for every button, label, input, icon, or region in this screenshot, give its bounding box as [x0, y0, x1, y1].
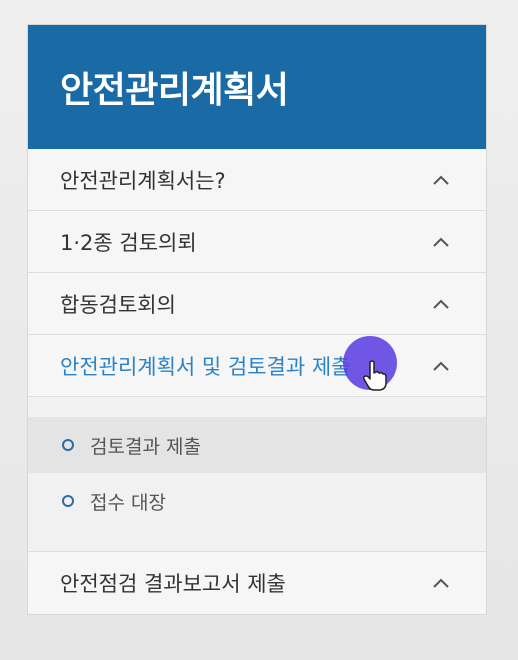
submenu-item-label: 검토결과 제출 — [90, 435, 201, 458]
menu-item-review-request[interactable]: 1·2종 검토의뢰 — [28, 211, 486, 273]
menu-item-about[interactable]: 안전관리계획서는? — [28, 149, 486, 211]
submenu-item-receipt-ledger[interactable]: 접수 대장 — [28, 473, 486, 529]
bullet-icon — [62, 495, 74, 507]
page: 안전관리계획서 안전관리계획서는? 1·2종 검토의뢰 합동검토회의 안전관리계… — [0, 0, 518, 660]
submenu-item-label: 접수 대장 — [90, 491, 166, 514]
menu-item-label: 안전점검 결과보고서 제출 — [60, 572, 286, 596]
menu-item-label: 합동검토회의 — [60, 292, 176, 317]
panel-title: 안전관리계획서 — [60, 70, 289, 111]
bullet-icon — [62, 439, 74, 451]
menu-item-joint-review[interactable]: 합동검토회의 — [28, 273, 486, 335]
chevron-up-icon — [430, 173, 452, 187]
menu-item-label: 안전관리계획서 및 검토결과 제출 — [60, 354, 351, 379]
chevron-up-icon — [430, 235, 452, 249]
menu-item-plan-submission[interactable]: 안전관리계획서 및 검토결과 제출 — [28, 335, 486, 397]
submenu-item-review-result[interactable]: 검토결과 제출 — [28, 417, 486, 473]
chevron-up-icon — [430, 297, 452, 311]
chevron-up-icon — [430, 576, 452, 590]
accordion-menu: 안전관리계획서 안전관리계획서는? 1·2종 검토의뢰 합동검토회의 안전관리계… — [27, 24, 487, 615]
menu-item-inspection-report[interactable]: 안전점검 결과보고서 제출 — [28, 552, 486, 614]
panel-header: 안전관리계획서 — [28, 25, 486, 149]
chevron-up-icon — [430, 359, 452, 373]
menu-item-label: 1·2종 검토의뢰 — [60, 230, 197, 255]
submenu: 검토결과 제출 접수 대장 — [28, 397, 486, 552]
menu-item-label: 안전관리계획서는? — [60, 168, 226, 193]
